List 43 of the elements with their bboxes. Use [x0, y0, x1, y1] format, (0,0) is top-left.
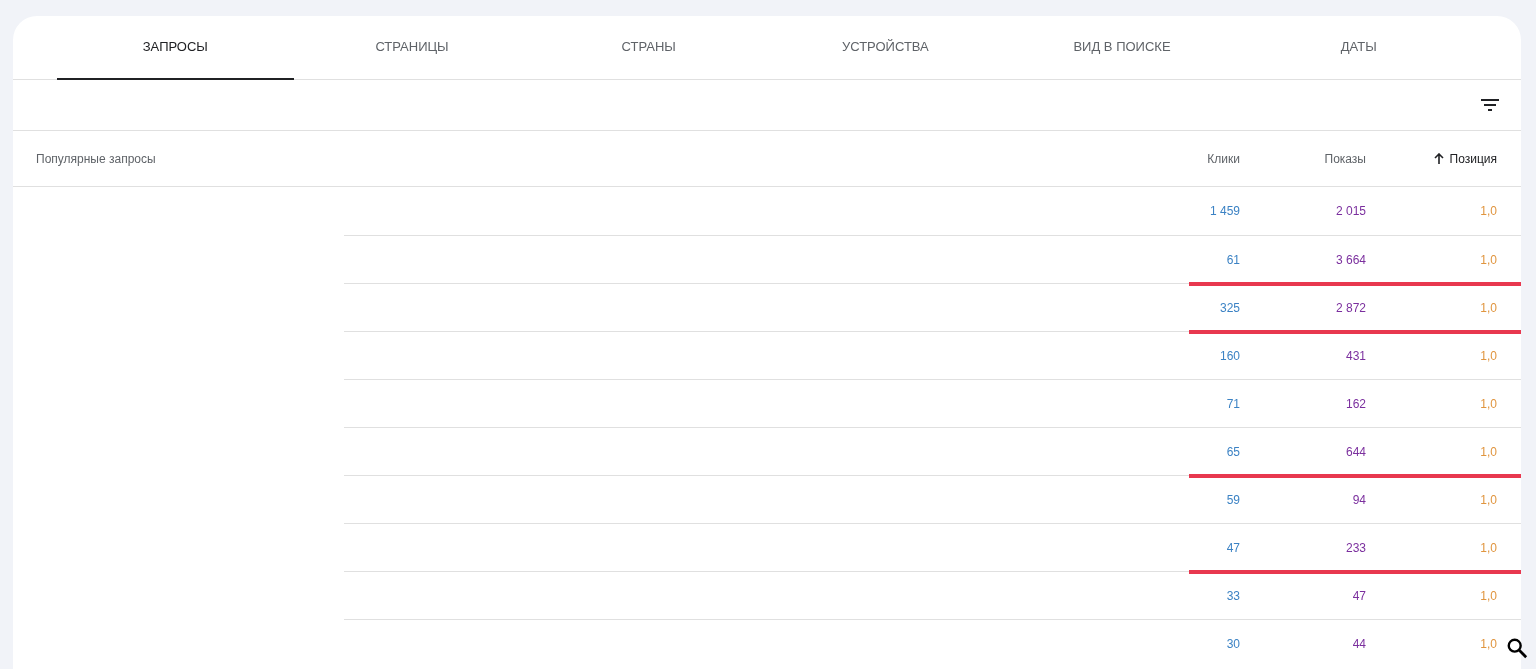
table-cell-text: 65 — [1226, 443, 1240, 461]
table-cell-text: 71 — [1226, 395, 1240, 413]
table-cell-text: 160 — [1219, 347, 1240, 365]
table-cell-text: 47 — [1352, 587, 1366, 605]
tab[interactable]: ВИД В ПОИСКЕ — [1003, 16, 1241, 80]
column-header: Популярные запросы — [36, 150, 156, 168]
table-cell-text: 94 — [1352, 491, 1366, 509]
table-cell-text: 2 015 — [1335, 203, 1366, 220]
table-cell-text: 33 — [1226, 587, 1240, 605]
table-cell-text: 59 — [1226, 491, 1240, 509]
column-header[interactable]: Показы — [1324, 149, 1366, 168]
table-cell-text: 1,0 — [1480, 491, 1497, 509]
table-cell-text: 1,0 — [1480, 587, 1497, 605]
search-icon[interactable] — [1506, 637, 1528, 659]
table-cell-text: 1,0 — [1480, 635, 1497, 653]
table-cell-text: 1,0 — [1480, 203, 1497, 220]
table-cell-text: 431 — [1345, 347, 1366, 365]
tab[interactable]: УСТРОЙСТВА — [767, 16, 1004, 80]
table-cell-text: 1,0 — [1480, 347, 1497, 365]
table-cell-text: 1 459 — [1209, 203, 1240, 220]
table-cell-text: 325 — [1219, 299, 1240, 317]
table-cell-text: 1,0 — [1480, 251, 1497, 269]
table-cell-text: 3 664 — [1335, 251, 1366, 269]
tab[interactable]: ЗАПРОСЫ — [57, 16, 294, 80]
table-cell-text: 2 872 — [1335, 299, 1366, 317]
table-cell-text: 1,0 — [1480, 539, 1497, 557]
table-cell-text: 644 — [1345, 443, 1366, 461]
filter-icon[interactable] — [1481, 99, 1499, 111]
table-cell-text: 162 — [1345, 395, 1366, 413]
table-cell-text: 44 — [1352, 635, 1366, 653]
table-cell-text: 1,0 — [1480, 299, 1497, 317]
table-cell-text: 47 — [1226, 539, 1240, 557]
tab[interactable]: СТРАНЫ — [530, 16, 767, 80]
column-header[interactable]: Клики — [1207, 149, 1240, 168]
table-cell-text: 233 — [1345, 539, 1366, 557]
table-cell-text: 1,0 — [1480, 443, 1497, 461]
arrow-up-icon — [1433, 153, 1444, 164]
tab[interactable]: СТРАНИЦЫ — [293, 16, 531, 80]
tab[interactable]: ДАТЫ — [1240, 16, 1478, 80]
table-cell-text: 61 — [1226, 251, 1240, 269]
table-cell-text: 30 — [1226, 635, 1240, 653]
column-header[interactable]: Позиция — [1433, 149, 1497, 168]
table-cell-text: 1,0 — [1480, 395, 1497, 413]
